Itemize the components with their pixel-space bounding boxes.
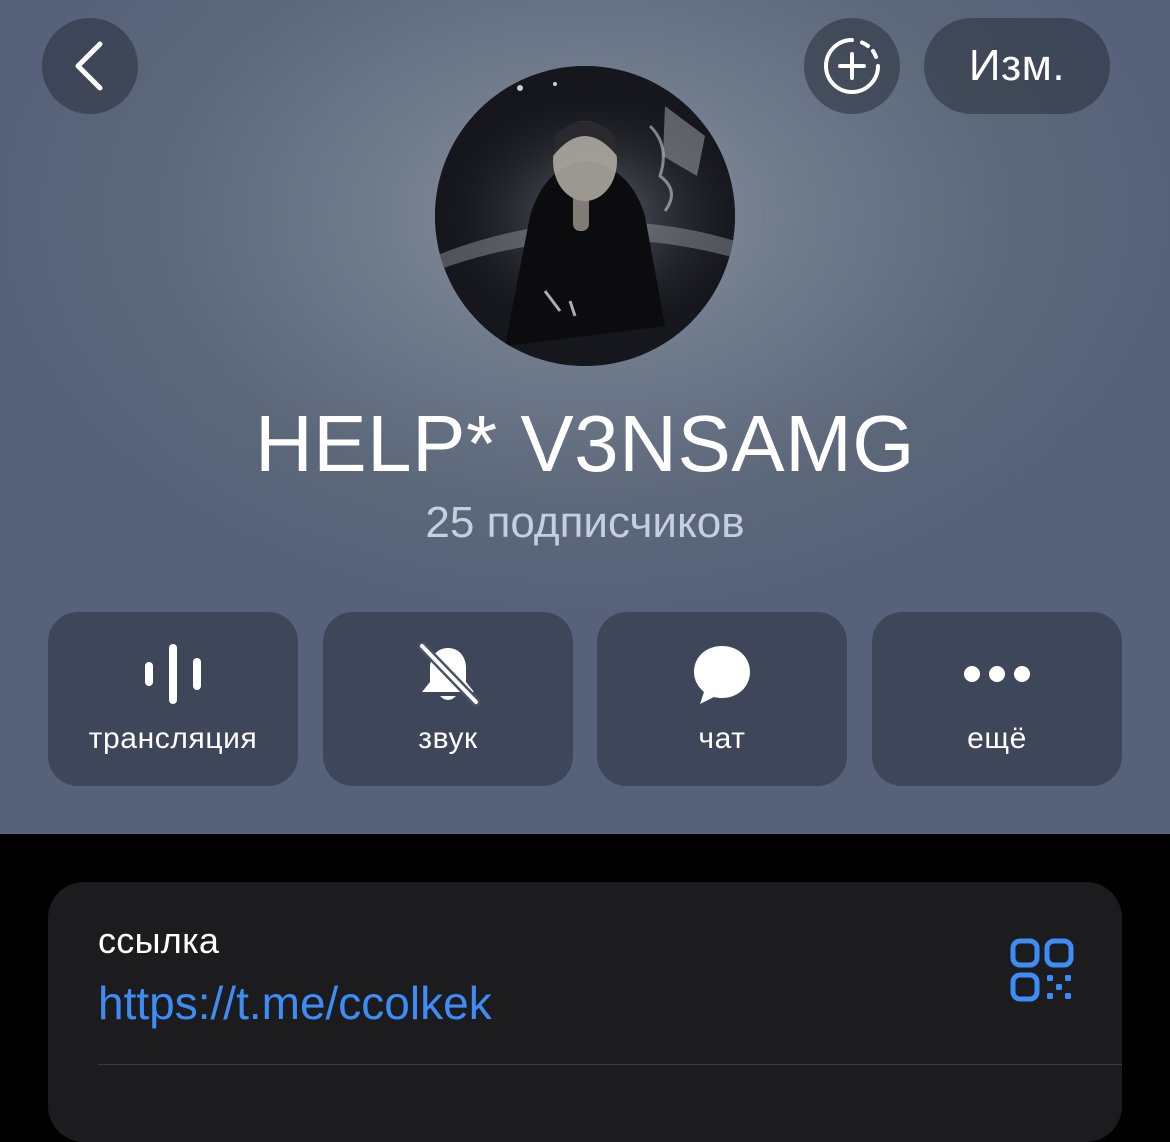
qr-code-icon: [1010, 938, 1074, 1002]
card-divider: [98, 1064, 1122, 1065]
channel-info-card: ссылка https://t.me/ccolkek: [48, 882, 1122, 1142]
chat-bubble-icon: [694, 646, 750, 704]
subscriber-count: 25 подписчиков: [425, 498, 745, 547]
chevron-left-icon: [75, 41, 103, 91]
live-stream-icon: [145, 644, 201, 704]
mute-button[interactable]: звук: [323, 612, 573, 786]
avatar-photo: [435, 66, 735, 366]
add-story-button[interactable]: [804, 18, 900, 114]
edit-button[interactable]: Изм.: [924, 18, 1110, 114]
channel-link[interactable]: https://t.me/ccolkek: [98, 976, 492, 1030]
link-caption: ссылка: [98, 920, 220, 961]
bell-slash-icon: [417, 642, 480, 706]
live-stream-label: трансляция: [88, 722, 258, 755]
qr-code-button[interactable]: [1010, 938, 1074, 1002]
more-dots-icon: [964, 666, 1030, 682]
chat-label: чат: [698, 722, 746, 755]
more-button[interactable]: ещё: [872, 612, 1122, 786]
mute-label: звук: [418, 722, 478, 755]
channel-title: HELP* V3NSAMG: [254, 399, 916, 488]
chat-button[interactable]: чат: [597, 612, 847, 786]
add-story-icon: [824, 38, 880, 94]
more-label: ещё: [967, 722, 1027, 755]
channel-avatar[interactable]: [435, 66, 735, 366]
back-button[interactable]: [42, 18, 138, 114]
live-stream-button[interactable]: трансляция: [48, 612, 298, 786]
channel-profile-header: Изм. HELP* V3NSAMG 25 подписчиков трансл…: [0, 0, 1170, 834]
